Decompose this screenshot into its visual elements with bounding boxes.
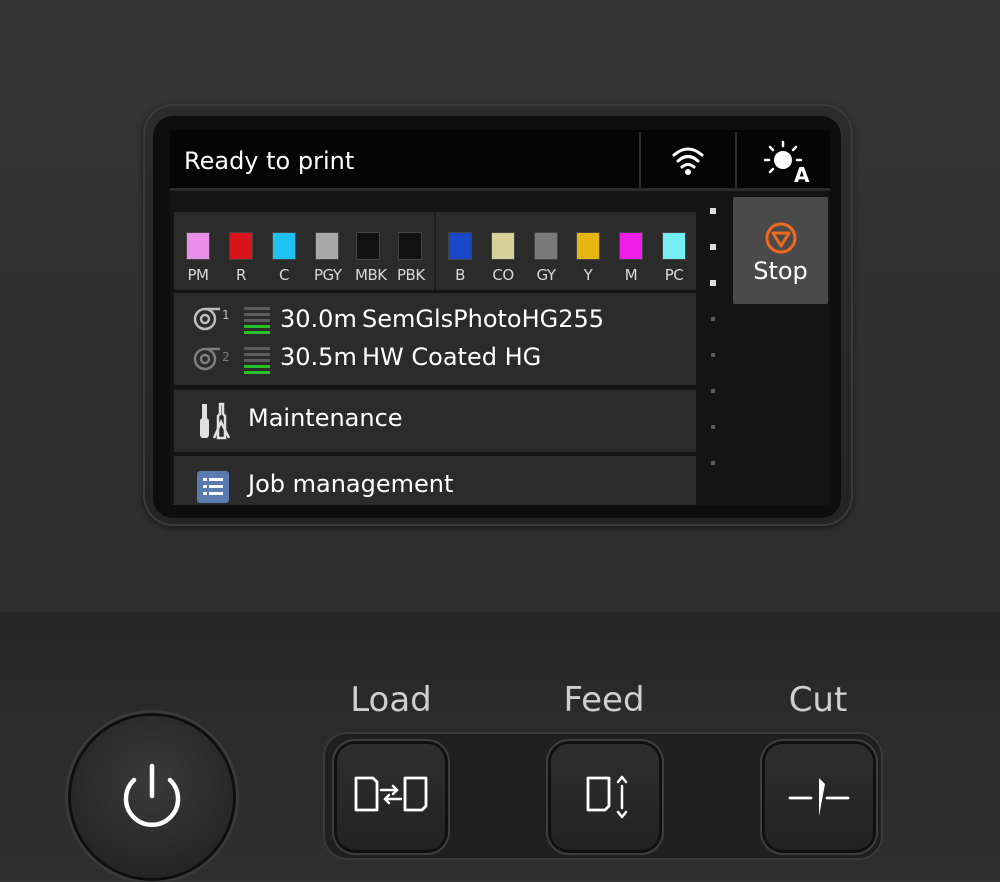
ink-swatch (229, 232, 253, 260)
ink-label: R (236, 266, 246, 284)
stop-label: Stop (753, 257, 808, 285)
ink-tank-gy: GY (533, 232, 559, 284)
maintenance-tools-icon (200, 402, 231, 440)
roll-1-level-icon (244, 307, 270, 334)
ink-tank-pbk: PBK (397, 232, 425, 284)
ink-label: C (279, 266, 289, 284)
ink-tank-pm: PM (185, 232, 211, 284)
roll-2-icon: 2 (193, 347, 230, 371)
ink-swatch (272, 232, 296, 260)
brightness-auto-icon: A (763, 140, 810, 187)
load-label: Load (350, 680, 432, 720)
scroll-dot (711, 317, 715, 321)
cut-label: Cut (788, 680, 848, 720)
ink-tank-pc: PC (661, 232, 687, 284)
ink-swatch (662, 232, 686, 260)
ink-swatch (576, 232, 600, 260)
scroll-indicator (708, 202, 720, 502)
scroll-dot (711, 461, 715, 465)
maintenance-label: Maintenance (248, 404, 403, 432)
ink-label: Y (583, 266, 593, 284)
roll-2-length: 30.5m (280, 343, 357, 371)
roll-2-level-icon (244, 347, 270, 374)
ink-tank-mbk: MBK (355, 232, 387, 284)
ink-tank-y: Y (575, 232, 601, 284)
cut-icon (788, 778, 850, 816)
maintenance-menu-item[interactable]: Maintenance (174, 390, 696, 452)
ink-swatch (448, 232, 472, 260)
power-button[interactable] (71, 716, 233, 878)
paper-rolls-row[interactable]: 1 30.0m SemGlsPhotoHG255 2 30.5m HW Coat… (174, 293, 696, 385)
ink-tank-m: M (618, 232, 644, 284)
ink-tank-pgy: PGY (314, 232, 342, 284)
roll-1-icon: 1 (193, 307, 230, 331)
scroll-dot (711, 389, 715, 393)
ink-label: PC (664, 266, 684, 284)
brightness-button[interactable]: A (737, 130, 830, 188)
status-divider (639, 132, 641, 188)
ink-levels-panel[interactable]: PM R C PGY MBK PBK B CO GY Y M PC (174, 212, 696, 290)
ink-label: MBK (355, 266, 387, 284)
status-text: Ready to print (184, 147, 355, 175)
status-bar: Ready to print A (170, 130, 830, 191)
job-list-icon (197, 471, 229, 503)
scroll-dot-active (710, 244, 716, 250)
ink-swatch (491, 232, 515, 260)
stop-button[interactable]: Stop (733, 197, 828, 304)
ink-swatch (315, 232, 339, 260)
scroll-dot (711, 353, 715, 357)
ink-tank-r: R (228, 232, 254, 284)
job-management-label: Job management (248, 470, 454, 498)
roll-number: 1 (222, 308, 230, 322)
feed-icon (586, 775, 628, 819)
stop-icon (765, 222, 797, 254)
scroll-dot (711, 425, 715, 429)
roll-1-media: SemGlsPhotoHG255 (362, 305, 605, 333)
roll-1-length: 30.0m (280, 305, 357, 333)
scroll-dot-active (710, 280, 716, 286)
ink-tank-co: CO (490, 232, 516, 284)
load-icon (354, 776, 428, 812)
ink-swatch (356, 232, 380, 260)
job-management-menu-item[interactable]: Job management (174, 456, 696, 505)
ink-swatch (186, 232, 210, 260)
ink-group-divider (434, 212, 436, 290)
wifi-button[interactable] (642, 130, 734, 188)
roll-number: 2 (222, 350, 230, 364)
feed-button[interactable] (551, 744, 659, 850)
load-button[interactable] (337, 744, 445, 850)
roll-2-media: HW Coated HG (362, 343, 542, 371)
touch-screen: Ready to print A PM R C PGY MBK PBK B CO… (170, 130, 830, 505)
ink-label: GY (536, 266, 556, 284)
ink-label: B (455, 266, 465, 284)
ink-label: M (624, 266, 638, 284)
power-icon (123, 763, 181, 828)
ink-label: PBK (397, 266, 425, 284)
feed-label: Feed (563, 680, 645, 720)
ink-label: PM (187, 266, 210, 284)
ink-label: CO (492, 266, 514, 284)
ink-swatch (619, 232, 643, 260)
ink-tank-c: C (271, 232, 297, 284)
ink-tank-b: B (447, 232, 473, 284)
scroll-dot-active (710, 208, 716, 214)
ink-swatch (534, 232, 558, 260)
ink-label: PGY (314, 266, 342, 284)
wifi-icon (672, 147, 704, 175)
ink-swatch (398, 232, 422, 260)
cut-button[interactable] (765, 744, 873, 850)
svg-text:A: A (794, 163, 810, 187)
